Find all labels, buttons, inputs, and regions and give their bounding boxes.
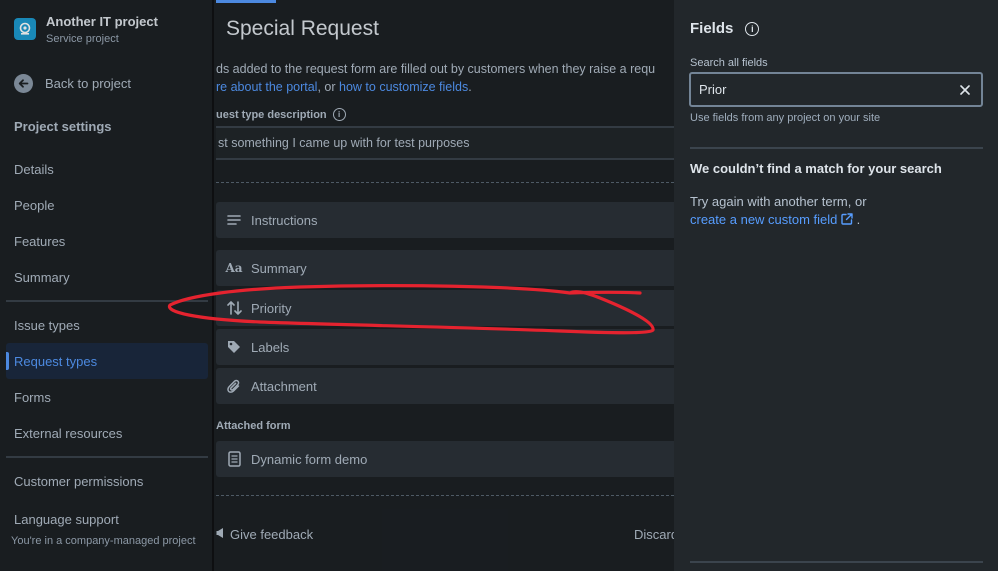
description-input[interactable]: st something I came up with for test pur… <box>216 126 674 160</box>
page-description: ds added to the request form are filled … <box>216 60 655 96</box>
give-feedback-button[interactable]: Give feedback <box>216 527 313 542</box>
arrow-left-icon <box>14 74 33 93</box>
paperclip-icon <box>226 378 242 394</box>
desc-text: ds added to the request form are filled … <box>216 62 656 76</box>
sidebar-footer: You're in a company-managed project <box>11 535 196 547</box>
panel-title: Fields i <box>690 20 760 37</box>
desc-text: . <box>468 80 472 94</box>
back-to-project-link[interactable]: Back to project <box>14 74 131 93</box>
instructions-icon <box>226 212 242 228</box>
feedback-label: Give feedback <box>230 527 314 542</box>
sidebar-item-language-support[interactable]: Language support <box>6 501 208 537</box>
try-again-text: Try again with another term, or create a… <box>690 193 867 229</box>
search-label: Search all fields <box>690 57 768 69</box>
attached-form-name: Dynamic form demo <box>251 451 368 467</box>
sidebar-item-summary[interactable]: Summary <box>6 259 208 295</box>
description-field-label: uest type description i <box>216 108 346 121</box>
drop-zone-divider <box>216 182 674 183</box>
sidebar-divider <box>6 456 208 458</box>
progress-bar <box>216 0 276 3</box>
info-icon[interactable]: i <box>745 21 760 36</box>
sidebar-item-customer-permissions[interactable]: Customer permissions <box>6 463 208 499</box>
search-input[interactable] <box>699 82 957 97</box>
sidebar: Another IT project Service project Back … <box>0 0 214 571</box>
project-header[interactable]: Another IT project Service project <box>14 14 158 48</box>
field-row-priority[interactable]: Priority <box>216 290 674 326</box>
field-label: Instructions <box>251 212 318 228</box>
field-label: Labels <box>251 339 290 355</box>
fields-panel: Fields i Search all fields Use fields fr… <box>674 0 998 571</box>
back-label: Back to project <box>45 76 131 91</box>
megaphone-icon <box>216 527 224 542</box>
panel-divider <box>690 147 983 149</box>
project-avatar-icon <box>14 18 36 40</box>
field-row-summary[interactable]: Aa Summary <box>216 250 674 286</box>
field-label-text: uest type description <box>216 108 327 121</box>
sidebar-item-request-types[interactable]: Request types <box>6 343 208 379</box>
sidebar-divider <box>6 300 208 302</box>
create-custom-field-link[interactable]: create a new custom field <box>690 212 857 227</box>
page-title: Special Request <box>226 17 379 40</box>
sidebar-item-forms[interactable]: Forms <box>6 379 208 415</box>
field-label: Priority <box>251 300 292 316</box>
sidebar-item-issue-types[interactable]: Issue types <box>6 307 208 343</box>
sidebar-item-people[interactable]: People <box>6 187 208 223</box>
sidebar-item-details[interactable]: Details <box>6 151 208 187</box>
main-content: Special Request ds added to the request … <box>216 0 674 571</box>
info-icon[interactable]: i <box>332 108 346 121</box>
project-name: Another IT project <box>46 14 158 29</box>
sidebar-item-features[interactable]: Features <box>6 223 208 259</box>
attached-form-label: Attached form <box>216 420 291 432</box>
text-icon: Aa <box>225 261 243 275</box>
customize-fields-link[interactable]: how to customize fields <box>339 80 468 94</box>
desc-text: , or <box>317 80 340 94</box>
field-row-labels[interactable]: Labels <box>216 329 674 365</box>
create-suffix: . <box>856 212 861 227</box>
field-row-attachment[interactable]: Attachment <box>216 368 674 404</box>
project-type: Service project <box>46 33 119 45</box>
panel-bottom-divider <box>690 561 983 563</box>
attached-form-row[interactable]: Dynamic form demo <box>216 441 674 477</box>
no-match-title: We couldn’t find a match for your search <box>690 161 942 176</box>
tag-icon <box>226 339 242 355</box>
create-link-label: create a new custom field <box>690 212 838 227</box>
discard-button[interactable]: Discard <box>634 527 674 542</box>
try-again-label: Try again with another term, or <box>690 194 867 209</box>
field-label: Attachment <box>251 378 317 394</box>
sidebar-item-external-resources[interactable]: External resources <box>6 415 208 451</box>
panel-title-text: Fields <box>690 20 734 37</box>
field-row-instructions[interactable]: Instructions <box>216 202 674 238</box>
field-label: Summary <box>251 260 307 276</box>
external-link-icon <box>841 212 857 227</box>
drop-zone-divider <box>216 495 674 496</box>
clear-icon[interactable] <box>957 82 973 98</box>
section-title: Project settings <box>14 119 112 134</box>
priority-icon <box>226 300 242 316</box>
form-icon <box>226 451 242 467</box>
search-helper-text: Use fields from any project on your site <box>690 112 881 124</box>
search-field[interactable] <box>689 72 983 107</box>
portal-link[interactable]: re about the portal <box>216 80 317 94</box>
